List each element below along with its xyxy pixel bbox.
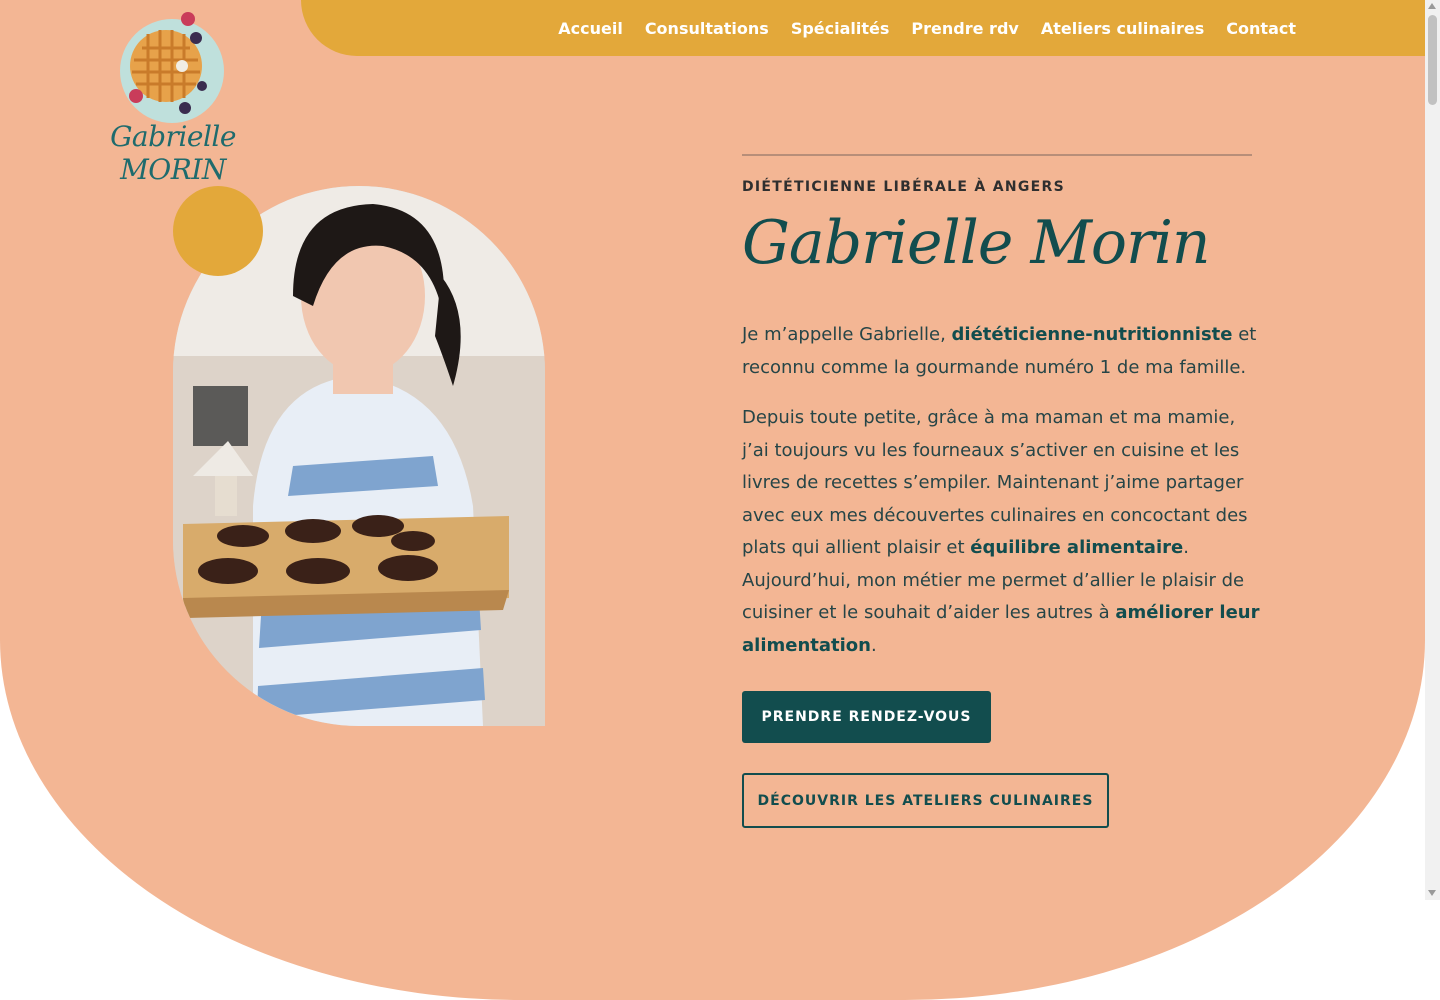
scroll-thumb[interactable] xyxy=(1428,15,1437,105)
intro-bold-text: diététicienne-nutritionniste xyxy=(951,324,1233,345)
site-logo[interactable]: Gabrielle MORIN xyxy=(82,8,264,186)
intro-bold-text: équilibre alimentaire xyxy=(970,537,1184,558)
intro-paragraph-2: Depuis toute petite, grâce à ma maman et… xyxy=(742,402,1262,662)
nav-item-prendre-rdv[interactable]: Prendre rdv xyxy=(900,19,1029,38)
logo-text: Gabrielle MORIN xyxy=(110,120,236,186)
navbar: Accueil Consultations Spécialités Prendr… xyxy=(301,0,1425,56)
intro-text: Depuis toute petite, grâce à ma maman et… xyxy=(742,407,1248,558)
intro-text: . xyxy=(870,634,877,656)
discover-workshops-button[interactable]: DÉCOUVRIR LES ATELIERS CULINAIRES xyxy=(742,773,1109,828)
scroll-down-icon[interactable] xyxy=(1428,890,1436,896)
intro-paragraph-1: Je m’appelle Gabrielle, diététicienne-nu… xyxy=(742,319,1262,384)
pie-logo-icon xyxy=(120,12,224,123)
decorative-circle xyxy=(173,186,263,276)
nav-item-consultations[interactable]: Consultations xyxy=(634,19,780,38)
nav-menu: Accueil Consultations Spécialités Prendr… xyxy=(547,0,1307,56)
scroll-up-icon[interactable] xyxy=(1428,3,1436,9)
nav-item-ateliers-culinaires[interactable]: Ateliers culinaires xyxy=(1030,19,1215,38)
intro-text: Je m’appelle Gabrielle, xyxy=(742,324,952,345)
hero-eyebrow: DIÉTÉTICIENNE LIBÉRALE À ANGERS xyxy=(742,179,1065,195)
nav-item-specialites[interactable]: Spécialités xyxy=(780,19,901,38)
divider-line xyxy=(742,154,1252,156)
nav-item-accueil[interactable]: Accueil xyxy=(547,19,634,38)
hero-name-title: Gabrielle Morin xyxy=(742,208,1211,278)
intro-text: . xyxy=(1183,537,1189,558)
book-appointment-button[interactable]: PRENDRE RENDEZ-VOUS xyxy=(742,691,991,743)
scrollbar[interactable] xyxy=(1425,0,1440,900)
nav-item-contact[interactable]: Contact xyxy=(1215,19,1307,38)
